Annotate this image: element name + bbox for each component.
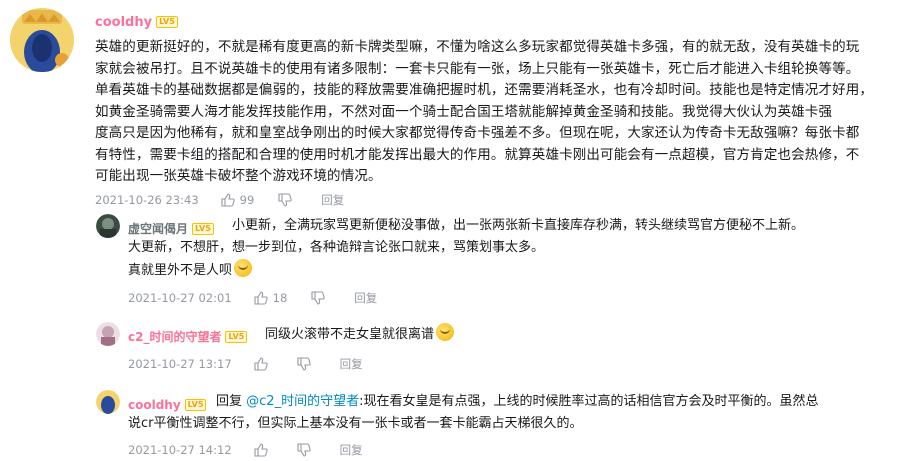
comment-line: 有特性，需要卡组的搭配和合理的使用时机才能发挥出最大的作用。就算英雄卡刚出可能会… xyxy=(95,146,860,163)
username[interactable]: 虚空闻偈月 xyxy=(128,222,188,236)
comment-line: 如黄金圣骑需要人海才能发挥技能作用，不然对面一个骑士配合国王塔就能解掉黄金圣骑和… xyxy=(95,103,833,120)
thumbs-up-icon xyxy=(254,291,268,305)
thumbs-up-icon xyxy=(254,357,268,371)
reply-text: 小更新，全满玩家骂更新便秘没事做，出一张两张新卡直接库存秒满，转头继续骂官方便秘… xyxy=(232,218,805,233)
thumbs-up-icon xyxy=(254,443,268,457)
reply-text: 大更新，不想肝，想一步到位，各种诡辩言论张口就来，骂策划事太多。 xyxy=(128,240,545,255)
reply-text-line: 真就里外不是人呗 xyxy=(128,259,253,282)
avatar[interactable] xyxy=(96,322,120,346)
level-badge: LV5 xyxy=(225,330,248,343)
emoji-icon xyxy=(436,323,455,341)
reply-text: :现在看女皇是有点强，上线的时候胜率过高的话相信官方会及时平衡的。虽然总 xyxy=(359,394,819,409)
reply-text-line: 回复 @c2_时间的守望者:现在看女皇是有点强，上线的时候胜率过高的话相信官方会… xyxy=(216,391,818,413)
timestamp: 2021-10-27 02:01 xyxy=(128,291,232,305)
reply-button[interactable]: 回复 xyxy=(340,356,363,372)
comment-line: 度高只是因为他稀有，就和皇室战争刚出的时候大家都觉得传奇卡强差不多。但现在呢，大… xyxy=(95,125,860,141)
dislike-button[interactable] xyxy=(278,193,297,207)
reply-button[interactable]: 回复 xyxy=(340,442,363,458)
timestamp: 2021-10-27 14:12 xyxy=(128,443,232,457)
like-button[interactable] xyxy=(254,357,273,371)
comment-header: cooldhy LV5 xyxy=(95,11,178,30)
dislike-button[interactable] xyxy=(297,443,316,457)
level-badge: LV5 xyxy=(156,15,178,28)
comment-line: 家就会被吊打。且不说英雄卡的使用有诸多限制：一套卡只能有一张，场上只能有一张英雄… xyxy=(95,60,860,77)
reply-text: 真就里外不是人呗 xyxy=(128,263,233,278)
emoji-icon xyxy=(234,259,253,277)
comment-meta: 2021-10-26 23:43 99 回复 xyxy=(95,192,368,208)
timestamp: 2021-10-26 23:43 xyxy=(95,193,199,207)
thumbs-down-icon xyxy=(297,357,311,371)
thumbs-down-icon xyxy=(311,291,325,305)
comment-text: 英雄的更新挺好的，不就是稀有度更高的新卡牌类型嘛，不懂为啥这么多玩家都觉得英雄卡… xyxy=(95,37,885,188)
dislike-button[interactable] xyxy=(311,291,330,305)
reply-prefix: 回复 xyxy=(216,394,243,409)
level-badge: LV5 xyxy=(184,398,207,411)
username[interactable]: cooldhy xyxy=(128,398,181,412)
level-badge: LV5 xyxy=(192,222,214,235)
avatar[interactable] xyxy=(96,214,120,238)
reply-meta: 2021-10-27 13:17 回复 xyxy=(128,356,387,372)
reply-meta: 2021-10-27 14:12 回复 xyxy=(128,442,387,458)
reply-header: cooldhy LV5 xyxy=(128,394,207,413)
dislike-button[interactable] xyxy=(297,357,316,371)
like-button[interactable]: 18 xyxy=(254,291,288,305)
mention-link[interactable]: @c2_时间的守望者 xyxy=(246,394,359,409)
comment-line: 英雄的更新挺好的，不就是稀有度更高的新卡牌类型嘛，不懂为啥这么多玩家都觉得英雄卡… xyxy=(95,39,860,55)
reply-text: 说cr平衡性调整不行，但实际上基本没有一张卡或者一套卡能霸占天梯很久的。 xyxy=(128,416,583,431)
reply-meta: 2021-10-27 02:01 18 回复 xyxy=(128,290,401,306)
reply-header: 虚空闻偈月 LV5 xyxy=(128,218,214,237)
thumbs-down-icon xyxy=(297,443,311,457)
like-button[interactable] xyxy=(254,443,273,457)
reply-text: 同级火滚带不走女皇就很离谱 xyxy=(265,327,435,342)
reply-button[interactable]: 回复 xyxy=(354,290,377,306)
timestamp: 2021-10-27 13:17 xyxy=(128,357,232,371)
comment-line: 单看英雄卡的基础数据都是偏弱的，技能的释放需要准确把握时机，还需要消耗圣水，也有… xyxy=(95,82,874,98)
like-button[interactable]: 99 xyxy=(221,193,255,207)
like-count: 18 xyxy=(272,291,288,305)
comment-line: 可能出现一张英雄卡破坏整个游戏环境的情况。 xyxy=(95,168,382,184)
reply-text-line: 同级火滚带不走女皇就很离谱 xyxy=(265,323,455,346)
username[interactable]: cooldhy xyxy=(95,15,152,30)
reply-button[interactable]: 回复 xyxy=(321,192,344,208)
avatar[interactable] xyxy=(96,390,120,414)
thumbs-up-icon xyxy=(221,193,235,207)
like-count: 99 xyxy=(239,193,255,207)
username[interactable]: c2_时间的守望者 xyxy=(128,330,221,344)
reply-header: c2_时间的守望者 LV5 xyxy=(128,326,248,345)
thumbs-down-icon xyxy=(278,193,292,207)
avatar[interactable] xyxy=(10,8,74,72)
